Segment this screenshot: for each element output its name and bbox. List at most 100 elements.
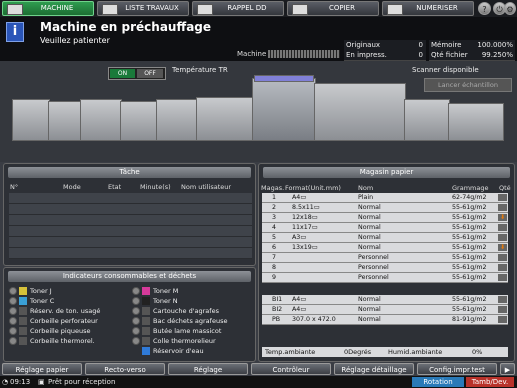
test-print-config-button[interactable]: Config.impr.test <box>417 363 497 375</box>
machine-progress-bar <box>268 50 340 58</box>
settings-icon[interactable]: ⚙ <box>504 2 516 15</box>
tray-num: 6 <box>272 244 277 251</box>
tray-gram: 62-74g/m2 <box>452 194 487 201</box>
job-list-icon <box>102 4 118 15</box>
table-row[interactable] <box>9 193 252 204</box>
tray-num: 9 <box>272 274 277 281</box>
tray-name: Normal <box>358 306 381 313</box>
tab-job-list-label: LISTE TRAVAUX <box>125 4 179 12</box>
status-dot-icon <box>132 287 140 295</box>
status-dot-icon <box>9 337 17 345</box>
temperature-tr-label: Température TR <box>172 66 228 74</box>
low-paper-warning-icon: ⬇ <box>500 244 506 251</box>
sample-print-button[interactable]: Lancer échantillon <box>424 78 512 92</box>
tray-row[interactable]: BI1 A4▭ Normal 55-61g/m2 <box>262 295 508 305</box>
tray-name: Normal <box>358 234 381 241</box>
consumable-staple-cartridge: Cartouche d'agrafes <box>132 306 219 316</box>
tray-level-icon <box>498 224 507 231</box>
col-num: N° <box>10 183 19 191</box>
toner-icon <box>19 287 27 295</box>
scanner-icon <box>387 4 403 15</box>
status-dot-icon <box>9 297 17 305</box>
tray-name: Personnel <box>358 254 389 261</box>
stat-qte-fichier-value: 99.250% <box>481 51 513 59</box>
tray-num: 1 <box>272 194 277 201</box>
tray-row[interactable]: 5 A3▭ Normal 55-61g/m2 <box>262 233 508 243</box>
tray-name: Personnel <box>358 264 389 271</box>
machine-label: Machine <box>237 50 267 58</box>
tab-scanner[interactable]: NUMERISER <box>382 1 474 16</box>
col-nom: Nom <box>358 184 374 192</box>
col-format: Format(Unit.mm) <box>285 184 341 192</box>
tray-row[interactable]: 3 12x18▭ Normal 55-61g/m2 ⬇ <box>262 213 508 223</box>
table-row[interactable] <box>9 215 252 226</box>
tray-format: A4▭ <box>292 194 307 201</box>
tray-gram: 55-61g/m2 <box>452 264 487 271</box>
help-icon[interactable]: ? <box>478 2 491 15</box>
tray-row[interactable]: 8 Personnel 55-61g/m2 <box>262 263 508 273</box>
tray-level-icon <box>498 254 507 261</box>
table-row[interactable] <box>9 248 252 259</box>
tray-format: A4▭ <box>292 306 307 313</box>
table-row[interactable] <box>9 204 252 215</box>
info-icon: i <box>6 22 24 42</box>
tray-row[interactable]: 6 13x19▭ Normal 55-61g/m2 ⬇ <box>262 243 508 253</box>
status-dot-icon <box>9 317 17 325</box>
consumable-punch-trash: Corbeille perforateur <box>9 316 98 326</box>
consumable-toner-c: Toner C <box>9 296 54 306</box>
water-tank-icon <box>142 347 150 355</box>
tray-row[interactable]: 4 11x17▭ Normal 55-61g/m2 <box>262 223 508 233</box>
tray-num: BI1 <box>272 296 283 303</box>
tray-format: 8.5x11▭ <box>292 204 320 211</box>
consumables-panel: Indicateurs consommables et déchets Tone… <box>3 267 256 362</box>
tab-job-list[interactable]: LISTE TRAVAUX <box>97 1 189 16</box>
tray-gram: 55-61g/m2 <box>452 224 487 231</box>
temp-label: Temp.ambiante <box>265 348 316 356</box>
settings-button[interactable]: Réglage <box>168 363 248 375</box>
humidity-value: 0% <box>472 348 483 356</box>
tray-row[interactable]: 9 Personnel 55-61g/m2 <box>262 273 508 283</box>
tab-hdd-recall[interactable]: RAPPEL DD <box>192 1 284 16</box>
paper-title: Magasin papier <box>263 167 510 178</box>
tray-name: Normal <box>358 296 381 303</box>
tray-num: 4 <box>272 224 277 231</box>
table-row[interactable] <box>9 226 252 237</box>
consumable-thermo-trash: Corbeille thermorel. <box>9 336 95 346</box>
consumable-toner-m: Toner M <box>132 286 178 296</box>
tab-machine[interactable]: MACHINE <box>2 1 94 16</box>
on-button[interactable]: ON <box>110 69 135 78</box>
tray-num: 5 <box>272 234 277 241</box>
tab-copier-label: COPIER <box>329 4 355 12</box>
waste-tray-icon <box>142 317 150 325</box>
machine-illustration-area: ON OFF Température TR Scanner disponible… <box>0 61 517 162</box>
tray-row[interactable]: 1 A4▭ Plain 62-74g/m2 <box>262 193 508 203</box>
waste-toner-icon <box>19 307 27 315</box>
top-tab-bar: MACHINE LISTE TRAVAUX RAPPEL DD COPIER N… <box>0 0 517 17</box>
on-off-toggle[interactable]: ON OFF <box>108 67 166 80</box>
duplex-button[interactable]: Recto-verso <box>85 363 165 375</box>
stat-en-impress: En impress. 0 <box>344 50 426 61</box>
tray-row[interactable]: PB 307.0 x 472.0 Normal 81-91g/m2 <box>262 315 508 325</box>
col-grammage: Grammage <box>452 184 489 192</box>
tray-row[interactable]: 2 8.5x11▭ Normal 55-61g/m2 <box>262 203 508 213</box>
status-dot-icon <box>132 307 140 315</box>
tray-row[interactable]: BI2 A4▭ Normal 55-61g/m2 <box>262 305 508 315</box>
detailed-settings-button[interactable]: Réglage détaillage <box>334 363 414 375</box>
clock-icon: ◔ <box>2 378 9 386</box>
status-header: i Machine en préchauffage Veuillez patie… <box>0 17 517 61</box>
paper-settings-button[interactable]: Réglage papier <box>2 363 82 375</box>
off-button[interactable]: OFF <box>137 69 163 78</box>
hdd-recall-icon <box>197 4 213 15</box>
stat-en-impress-value: 0 <box>418 51 423 59</box>
status-dot-icon <box>132 297 140 305</box>
toner-icon <box>142 297 150 305</box>
tache-panel: Tâche N° Mode Etat Minute(s) Nom utilisa… <box>3 163 256 266</box>
table-row[interactable] <box>9 237 252 248</box>
tab-copier[interactable]: COPIER <box>287 1 379 16</box>
next-arrow-icon[interactable]: ▶ <box>500 363 515 375</box>
status-dot-icon <box>9 327 17 335</box>
tray-format: 307.0 x 472.0 <box>292 316 336 323</box>
controller-button[interactable]: Contrôleur <box>251 363 331 375</box>
glue-icon <box>142 337 150 345</box>
tray-row[interactable]: 7 Personnel 55-61g/m2 <box>262 253 508 263</box>
